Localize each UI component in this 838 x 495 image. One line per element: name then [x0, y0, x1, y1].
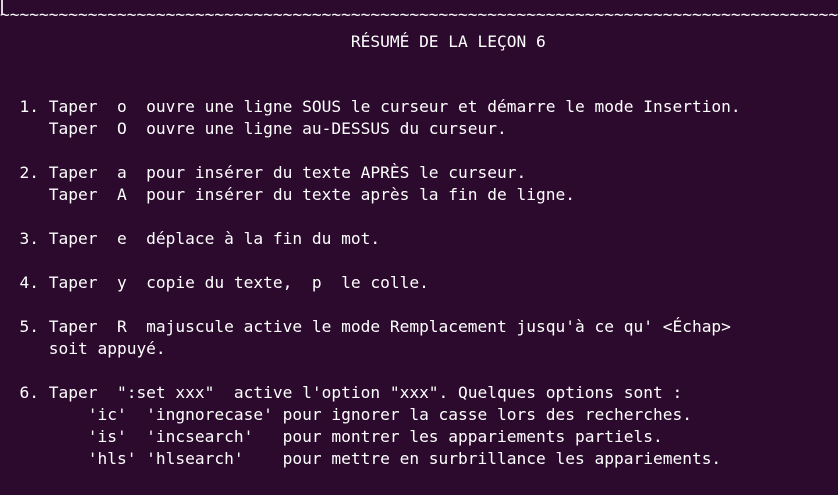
text-line: 'hls' 'hlsearch' pour mettre en surbrill… [0, 449, 722, 468]
text-line: 5. Taper R majuscule active le mode Remp… [0, 317, 731, 336]
text-line: Taper A pour insérer du texte après la f… [0, 185, 575, 204]
text-line: 3. Taper e déplace à la fin du mot. [0, 229, 381, 248]
text-line: Taper O ouvre une ligne au-DESSUS du cur… [0, 119, 507, 138]
text-line: 'is' 'incsearch' pour montrer les appari… [0, 427, 663, 446]
text-line: 6. Taper ":set xxx" active l'option "xxx… [0, 383, 683, 402]
text-line: 1. Taper o ouvre une ligne SOUS le curse… [0, 97, 741, 116]
separator-line: ~~~~~~~~~~~~~~~~~~~~~~~~~~~~~~~~~~~~~~~~… [0, 5, 838, 24]
text-line: 'ic' 'ingnorecase' pour ignorer la casse… [0, 405, 692, 424]
text-line: 4. Taper y copie du texte, p le colle. [0, 273, 429, 292]
text-line: soit appuyé. [0, 339, 166, 358]
lesson-title: RÉSUMÉ DE LA LEÇON 6 [0, 32, 546, 51]
text-line: 2. Taper a pour insérer du texte APRÈS l… [0, 163, 527, 182]
terminal-window[interactable]: ~~~~~~~~~~~~~~~~~~~~~~~~~~~~~~~~~~~~~~~~… [0, 0, 838, 495]
